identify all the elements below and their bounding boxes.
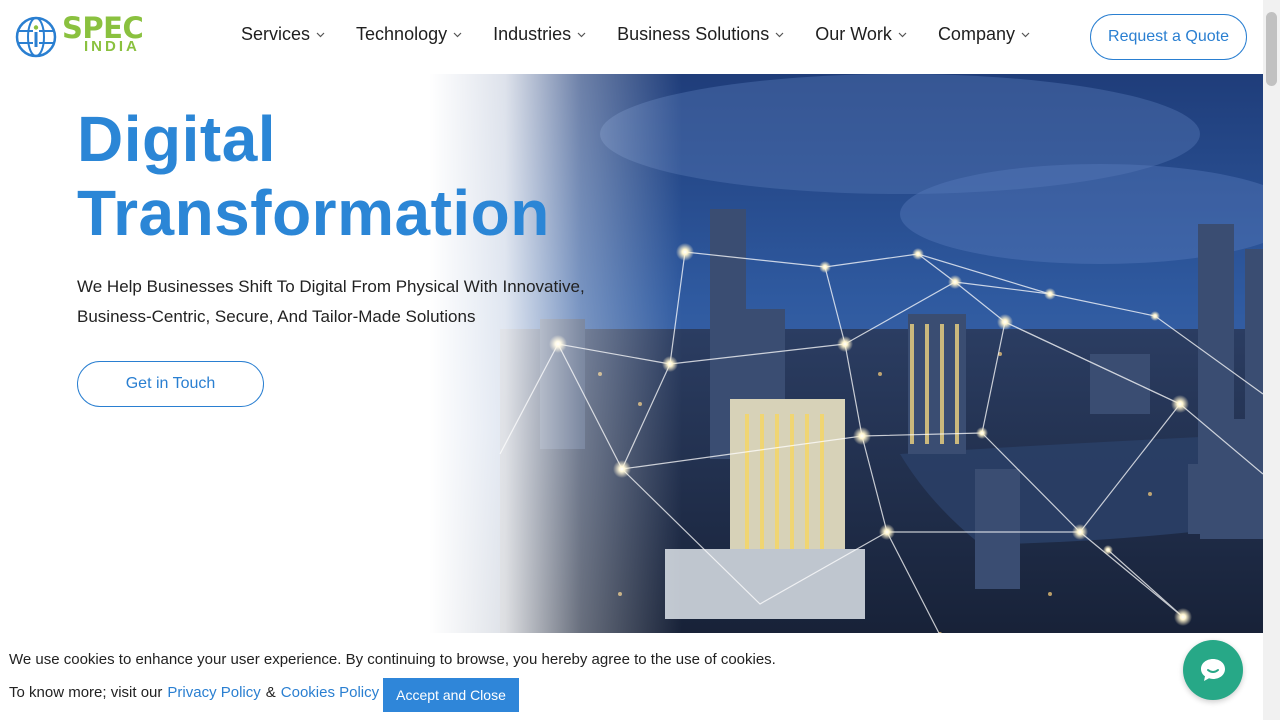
hero-title-line2: Transformation <box>77 177 550 249</box>
nav-item-label: Industries <box>493 24 572 44</box>
nav-item-label: Our Work <box>815 24 892 44</box>
nav-item-our-work[interactable]: Our Work <box>815 24 907 45</box>
brand-subname: INDIA <box>84 38 140 55</box>
cookie-amp: & <box>265 684 276 701</box>
cookies-policy-link[interactable]: Cookies Policy <box>281 684 379 701</box>
main-nav: Services Technology Industries Business … <box>241 24 1030 45</box>
chevron-down-icon <box>577 32 586 37</box>
hero-subtitle-line1: We Help Businesses Shift To Digital From… <box>77 277 585 296</box>
hero-subtitle: We Help Businesses Shift To Digital From… <box>77 272 617 332</box>
get-in-touch-button[interactable]: Get in Touch <box>77 361 264 407</box>
globe-logo-icon <box>15 16 57 58</box>
chevron-down-icon <box>316 32 325 37</box>
hero-title-line1: Digital <box>77 103 277 175</box>
nav-item-label: Services <box>241 24 311 44</box>
chat-bubble-icon <box>1201 659 1225 681</box>
nav-item-business-solutions[interactable]: Business Solutions <box>617 24 784 45</box>
request-quote-button[interactable]: Request a Quote <box>1090 14 1247 60</box>
hero-subtitle-line2: Business-Centric, Secure, And Tailor-Mad… <box>77 307 476 326</box>
nav-item-label: Business Solutions <box>617 24 770 44</box>
hero-section: Digital Transformation We Help Businesse… <box>0 74 1263 720</box>
scrollbar-thumb[interactable] <box>1266 12 1277 86</box>
nav-item-company[interactable]: Company <box>938 24 1030 45</box>
brand-logo[interactable]: SPEC INDIA <box>14 14 154 60</box>
nav-item-technology[interactable]: Technology <box>356 24 462 45</box>
hero-title: Digital Transformation <box>77 102 637 250</box>
cookie-links-row: To know more; visit our Privacy Policy &… <box>9 684 379 701</box>
chevron-down-icon <box>453 32 462 37</box>
nav-item-industries[interactable]: Industries <box>493 24 586 45</box>
chevron-down-icon <box>898 32 907 37</box>
chevron-down-icon <box>775 32 784 37</box>
nav-item-label: Technology <box>356 24 448 44</box>
chevron-down-icon <box>1021 32 1030 37</box>
cookie-banner: We use cookies to enhance your user expe… <box>0 633 1263 720</box>
site-header: SPEC INDIA Services Technology Industrie… <box>0 0 1263 74</box>
accept-cookies-button[interactable]: Accept and Close <box>383 678 519 712</box>
cookie-text: We use cookies to enhance your user expe… <box>9 651 776 668</box>
page-scrollbar[interactable] <box>1263 0 1280 720</box>
nav-item-services[interactable]: Services <box>241 24 325 45</box>
chat-widget-button[interactable] <box>1183 640 1243 700</box>
privacy-policy-link[interactable]: Privacy Policy <box>167 684 260 701</box>
cookie-prefix: To know more; visit our <box>9 684 163 701</box>
nav-item-label: Company <box>937 24 1015 44</box>
